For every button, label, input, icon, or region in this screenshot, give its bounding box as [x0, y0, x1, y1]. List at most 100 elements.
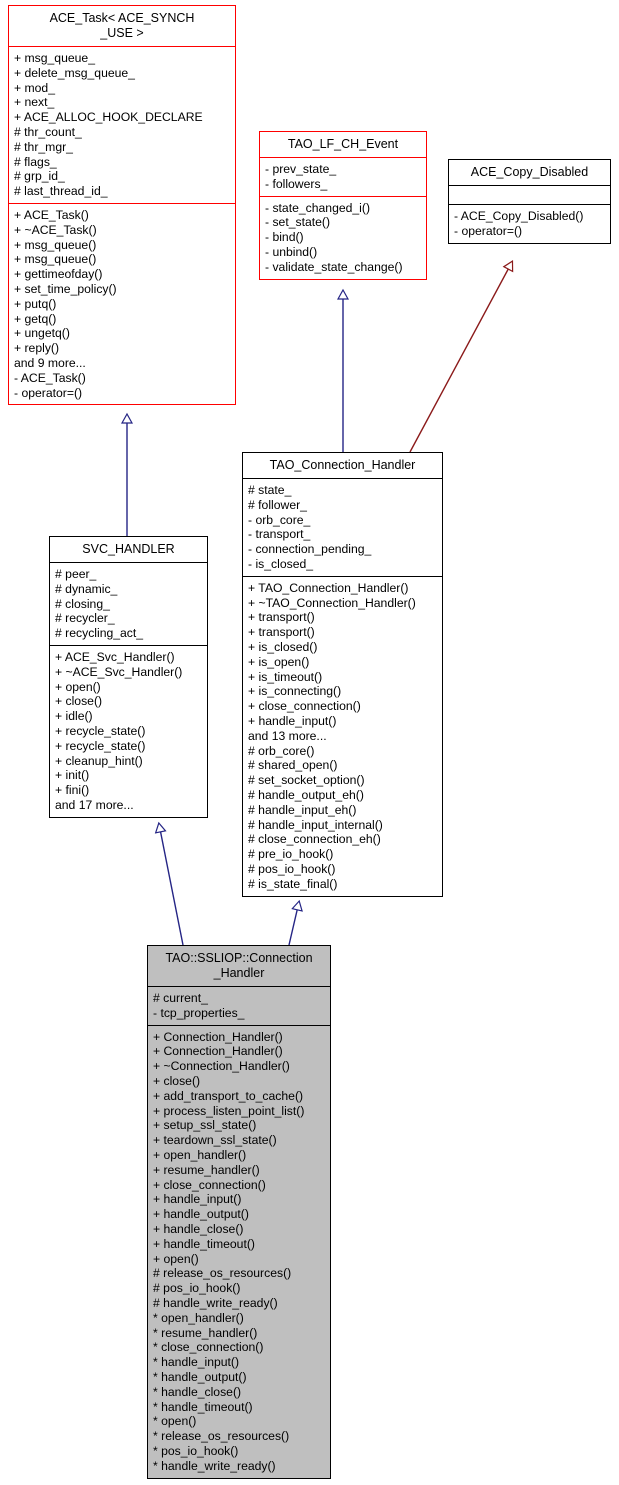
- class-operation-row: * handle_output(): [153, 1369, 247, 1384]
- class-operation-row: + transport(): [248, 625, 315, 640]
- class-operation-row: # handle_input_eh(): [248, 802, 357, 817]
- class-box-tao-connection-handler[interactable]: TAO_Connection_Handler # state_ # followe…: [242, 452, 443, 897]
- class-operation-row: * pos_io_hook(): [153, 1443, 239, 1458]
- class-operation-row: + ~ACE_Task(): [14, 222, 97, 237]
- class-box-svc-handler[interactable]: SVC_HANDLER # peer_ # dynamic_ # closing_ #…: [49, 536, 208, 818]
- class-operation-row: + reply(): [14, 341, 60, 356]
- class-operation-row: * open_handler(): [153, 1310, 244, 1325]
- class-operation-row: * handle_timeout(): [153, 1399, 253, 1414]
- class-box-ssliop-connection-handler[interactable]: TAO::SSLIOP::Connection _Handler # curre…: [147, 945, 331, 1479]
- class-attribute-row: # state_: [248, 483, 292, 497]
- class-operation-row: + open(): [153, 1251, 199, 1266]
- class-operation-row: + close_connection(): [248, 699, 361, 714]
- class-attributes-tao-lf-ch-event: - prev_state_ - followers_: [260, 158, 426, 196]
- class-operation-row: - unbind(): [265, 244, 318, 259]
- class-operation-row: + teardown_ssl_state(): [153, 1133, 277, 1148]
- class-operation-row: # release_os_resources(): [153, 1266, 292, 1281]
- class-attribute-row: # dynamic_: [55, 581, 118, 596]
- class-operation-row: + set_time_policy(): [14, 281, 117, 296]
- class-attribute-row: # thr_mgr_: [14, 139, 73, 154]
- class-operations-ssliop-connection-handler: + Connection_Handler() + Connection_Handl…: [148, 1026, 330, 1478]
- class-attribute-row: + ACE_ALLOC_HOOK_DECLARE: [14, 110, 203, 125]
- class-operation-row: + ~ACE_Svc_Handler(): [55, 664, 183, 679]
- class-title-ssliop-connection-handler: TAO::SSLIOP::Connection _Handler: [165, 951, 313, 980]
- class-operation-row: + open(): [55, 679, 101, 694]
- class-operation-row: + gettimeofday(): [14, 267, 103, 282]
- class-attribute-row: - transport_: [248, 527, 311, 542]
- class-operation-row: + resume_handler(): [153, 1162, 260, 1177]
- class-attribute-row: - is_closed_: [248, 556, 314, 571]
- class-title-tao-lf-ch-event: TAO_LF_CH_Event: [287, 137, 399, 151]
- class-operation-row: + TAO_Connection_Handler(): [248, 580, 409, 595]
- class-box-ace-copy-disabled[interactable]: ACE_Copy_Disabled - ACE_Copy_Disabled() -…: [448, 159, 611, 244]
- class-operation-row: # is_state_final(): [248, 876, 338, 891]
- class-operation-row: # set_socket_option(): [248, 773, 365, 788]
- class-attribute-row: # recycling_act_: [55, 626, 144, 641]
- class-box-tao-lf-ch-event[interactable]: TAO_LF_CH_Event - prev_state_ - followers…: [259, 131, 427, 280]
- class-operation-row: # handle_output_eh(): [248, 787, 364, 802]
- class-operation-row: * handle_input(): [153, 1355, 240, 1370]
- class-attribute-row: # current_: [153, 991, 208, 1005]
- class-attribute-row: - orb_core_: [248, 512, 311, 527]
- class-operation-row: + ACE_Svc_Handler(): [55, 649, 175, 664]
- class-operation-row: # pos_io_hook(): [153, 1281, 241, 1296]
- class-operation-row: - validate_state_change(): [265, 259, 403, 274]
- class-attributes-ace-task: + msg_queue_ + delete_msg_queue_ + mod_ + n…: [9, 47, 235, 203]
- class-attribute-row: - tcp_properties_: [153, 1005, 245, 1020]
- class-attribute-row: # follower_: [248, 497, 307, 512]
- class-operation-row: + handle_close(): [153, 1221, 244, 1236]
- class-operation-row: + getq(): [14, 311, 57, 326]
- class-operation-row: # handle_write_ready(): [153, 1295, 278, 1310]
- class-attribute-row: - followers_: [265, 176, 328, 191]
- class-operation-row: + is_timeout(): [248, 669, 323, 684]
- class-operation-row: + is_closed(): [248, 639, 318, 654]
- edge-ssliop-to-tao-connection-handler: [288, 902, 299, 946]
- class-operation-row: + transport(): [248, 610, 315, 625]
- class-operation-row: # handle_input_internal(): [248, 817, 383, 832]
- class-attribute-row: + msg_queue_: [14, 51, 95, 65]
- class-operation-row: - set_state(): [265, 215, 331, 230]
- class-operation-row: + ACE_Task(): [14, 207, 89, 222]
- class-operation-row: # orb_core(): [248, 743, 315, 758]
- class-attributes-ssliop-connection-handler: # current_ - tcp_properties_: [148, 987, 330, 1025]
- class-operation-row: and 17 more...: [55, 797, 134, 812]
- class-operation-row: + is_open(): [248, 654, 310, 669]
- class-operation-row: # close_connection_eh(): [248, 832, 381, 847]
- class-operation-row: * handle_close(): [153, 1384, 242, 1399]
- class-operation-row: - bind(): [265, 230, 304, 245]
- class-operation-row: + handle_input(): [248, 713, 337, 728]
- class-operation-row: + putq(): [14, 296, 57, 311]
- class-operation-row: + init(): [55, 768, 90, 783]
- class-operation-row: + close_connection(): [153, 1177, 266, 1192]
- class-attribute-row: # flags_: [14, 154, 57, 169]
- class-operation-row: + process_listen_point_list(): [153, 1103, 305, 1118]
- class-operation-row: and 13 more...: [248, 728, 327, 743]
- class-attribute-row: # closing_: [55, 596, 110, 611]
- class-operation-row: - state_changed_i(): [265, 200, 371, 215]
- class-attributes-svc-handler: # peer_ # dynamic_ # closing_ # recycler_ # …: [50, 563, 207, 645]
- class-operation-row: + fini(): [55, 783, 90, 798]
- class-operation-row: + add_transport_to_cache(): [153, 1088, 304, 1103]
- class-title-ace-copy-disabled: ACE_Copy_Disabled: [470, 165, 589, 179]
- class-operation-row: + ~Connection_Handler(): [153, 1059, 290, 1074]
- class-operation-row: * open(): [153, 1414, 197, 1429]
- class-attribute-row: # thr_count_: [14, 124, 82, 139]
- class-operation-row: + recycle_state(): [55, 723, 146, 738]
- class-operation-row: + cleanup_hint(): [55, 753, 143, 768]
- class-operation-row: - operator=(): [454, 223, 523, 238]
- class-box-ace-task[interactable]: ACE_Task< ACE_SYNCH _USE > + msg_queue_ +…: [8, 5, 236, 406]
- class-operation-row: - ACE_Task(): [14, 370, 86, 385]
- class-attribute-row: - connection_pending_: [248, 542, 372, 557]
- class-operation-row: + ~TAO_Connection_Handler(): [248, 595, 416, 610]
- class-attribute-row: - prev_state_: [265, 162, 337, 176]
- class-attribute-row: # grp_id_: [14, 169, 65, 184]
- class-operation-row: * close_connection(): [153, 1340, 264, 1355]
- class-operation-row: + idle(): [55, 709, 93, 724]
- class-operation-row: + handle_output(): [153, 1207, 249, 1222]
- class-operation-row: + msg_queue(): [14, 237, 97, 252]
- edge-connection-handler-to-copy-disabled: [409, 262, 512, 453]
- class-operation-row: * handle_write_ready(): [153, 1458, 276, 1473]
- class-attribute-row: + mod_: [14, 80, 55, 95]
- class-operations-tao-connection-handler: + TAO_Connection_Handler() + ~TAO_Connect…: [243, 577, 442, 896]
- class-operation-row: + close(): [55, 694, 103, 709]
